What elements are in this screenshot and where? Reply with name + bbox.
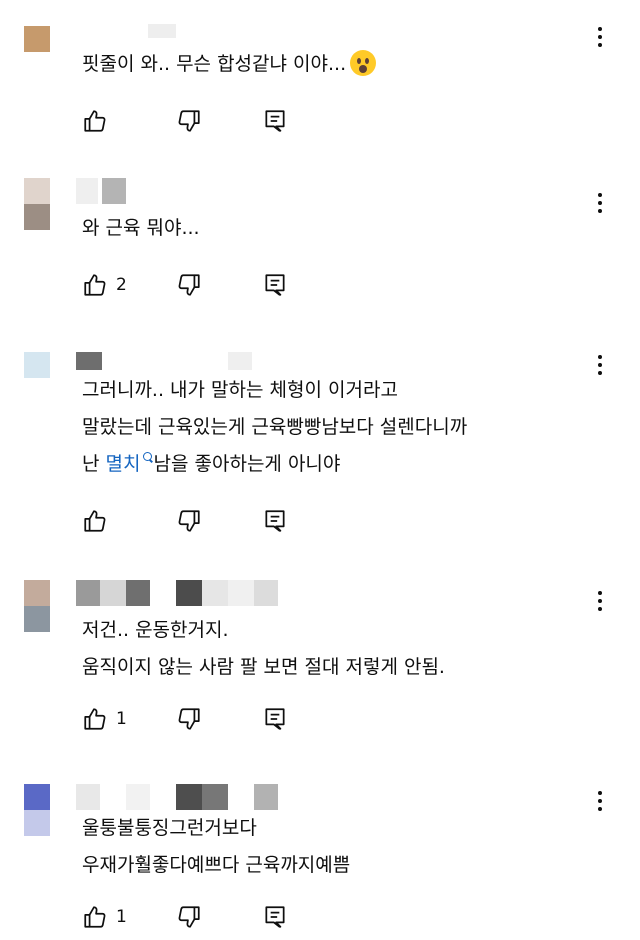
reply-button[interactable] bbox=[262, 508, 288, 534]
more-vertical-icon[interactable] bbox=[590, 788, 610, 814]
comment-text: 저건.. 운동한거지. 움직이지 않는 사람 팔 보면 절대 저렇게 안됨. bbox=[82, 612, 445, 686]
more-vertical-icon[interactable] bbox=[590, 588, 610, 614]
thumbs-up-icon bbox=[84, 274, 106, 296]
more-vertical-icon[interactable] bbox=[590, 190, 610, 216]
reply-button[interactable] bbox=[262, 904, 288, 930]
avatar[interactable] bbox=[24, 784, 50, 836]
comment-line: 움직이지 않는 사람 팔 보면 절대 저렇게 안됨. bbox=[82, 656, 445, 678]
comment-line: 난 멸치 남을 좋아하는게 아니야 bbox=[82, 452, 341, 475]
comment-text: 핏줄이 와.. 무슨 합성같냐 이야... bbox=[82, 46, 377, 83]
comment-line: 울퉁불퉁징그런거보다 bbox=[82, 817, 257, 839]
comment-line: 말랐는데 근육있는게 근육빵빵남보다 설렌다니까 bbox=[82, 416, 468, 438]
like-button[interactable] bbox=[82, 508, 108, 534]
reply-comment-icon bbox=[265, 906, 285, 928]
reply-comment-icon bbox=[265, 510, 285, 532]
comment-line: 그러니까.. 내가 말하는 체형이 이거라고 bbox=[82, 379, 398, 401]
more-vertical-icon[interactable] bbox=[590, 352, 610, 378]
thumbs-down-icon bbox=[178, 274, 200, 296]
avatar[interactable] bbox=[24, 580, 50, 632]
reply-comment-icon bbox=[265, 274, 285, 296]
avatar[interactable] bbox=[24, 26, 50, 52]
like-button[interactable]: 2 bbox=[82, 272, 127, 298]
avatar[interactable] bbox=[24, 178, 50, 230]
more-vertical-icon[interactable] bbox=[590, 24, 610, 50]
thumbs-down-icon bbox=[178, 510, 200, 532]
like-button[interactable]: 1 bbox=[82, 904, 127, 930]
thumbs-down-icon bbox=[178, 906, 200, 928]
search-icon bbox=[142, 452, 152, 461]
dislike-button[interactable] bbox=[176, 272, 202, 298]
reply-button[interactable] bbox=[262, 706, 288, 732]
comment-text: 그러니까.. 내가 말하는 체형이 이거라고 말랐는데 근육있는게 근육빵빵남보… bbox=[82, 372, 467, 483]
astonished-face-icon bbox=[350, 50, 377, 76]
avatar[interactable] bbox=[24, 352, 50, 378]
reply-button[interactable] bbox=[262, 108, 288, 134]
comment-line: 와 근육 뭐야... bbox=[82, 217, 200, 239]
thumbs-up-icon bbox=[84, 110, 106, 132]
dislike-button[interactable] bbox=[176, 108, 202, 134]
like-count: 2 bbox=[116, 275, 127, 295]
reply-comment-icon bbox=[265, 708, 285, 730]
thumbs-down-icon bbox=[178, 708, 200, 730]
dislike-button[interactable] bbox=[176, 706, 202, 732]
dislike-button[interactable] bbox=[176, 904, 202, 930]
reply-comment-icon bbox=[265, 110, 285, 132]
search-link[interactable]: 멸치 bbox=[106, 452, 154, 475]
comment-line: 우재가훨좋다예쁘다 근육까지예쁨 bbox=[82, 854, 351, 876]
thumbs-up-icon bbox=[84, 708, 106, 730]
comment-text: 와 근육 뭐야... bbox=[82, 210, 200, 247]
comment-line: 핏줄이 와.. 무슨 합성같냐 이야... bbox=[82, 46, 377, 83]
like-button[interactable]: 1 bbox=[82, 706, 127, 732]
reply-button[interactable] bbox=[262, 272, 288, 298]
like-count: 1 bbox=[116, 907, 127, 927]
comment-line: 저건.. 운동한거지. bbox=[82, 619, 229, 641]
thumbs-down-icon bbox=[178, 110, 200, 132]
like-button[interactable] bbox=[82, 108, 108, 134]
like-count: 1 bbox=[116, 709, 127, 729]
comment-text: 울퉁불퉁징그런거보다 우재가훨좋다예쁘다 근육까지예쁨 bbox=[82, 810, 350, 884]
thumbs-up-icon bbox=[84, 906, 106, 928]
thumbs-up-icon bbox=[84, 510, 106, 532]
dislike-button[interactable] bbox=[176, 508, 202, 534]
